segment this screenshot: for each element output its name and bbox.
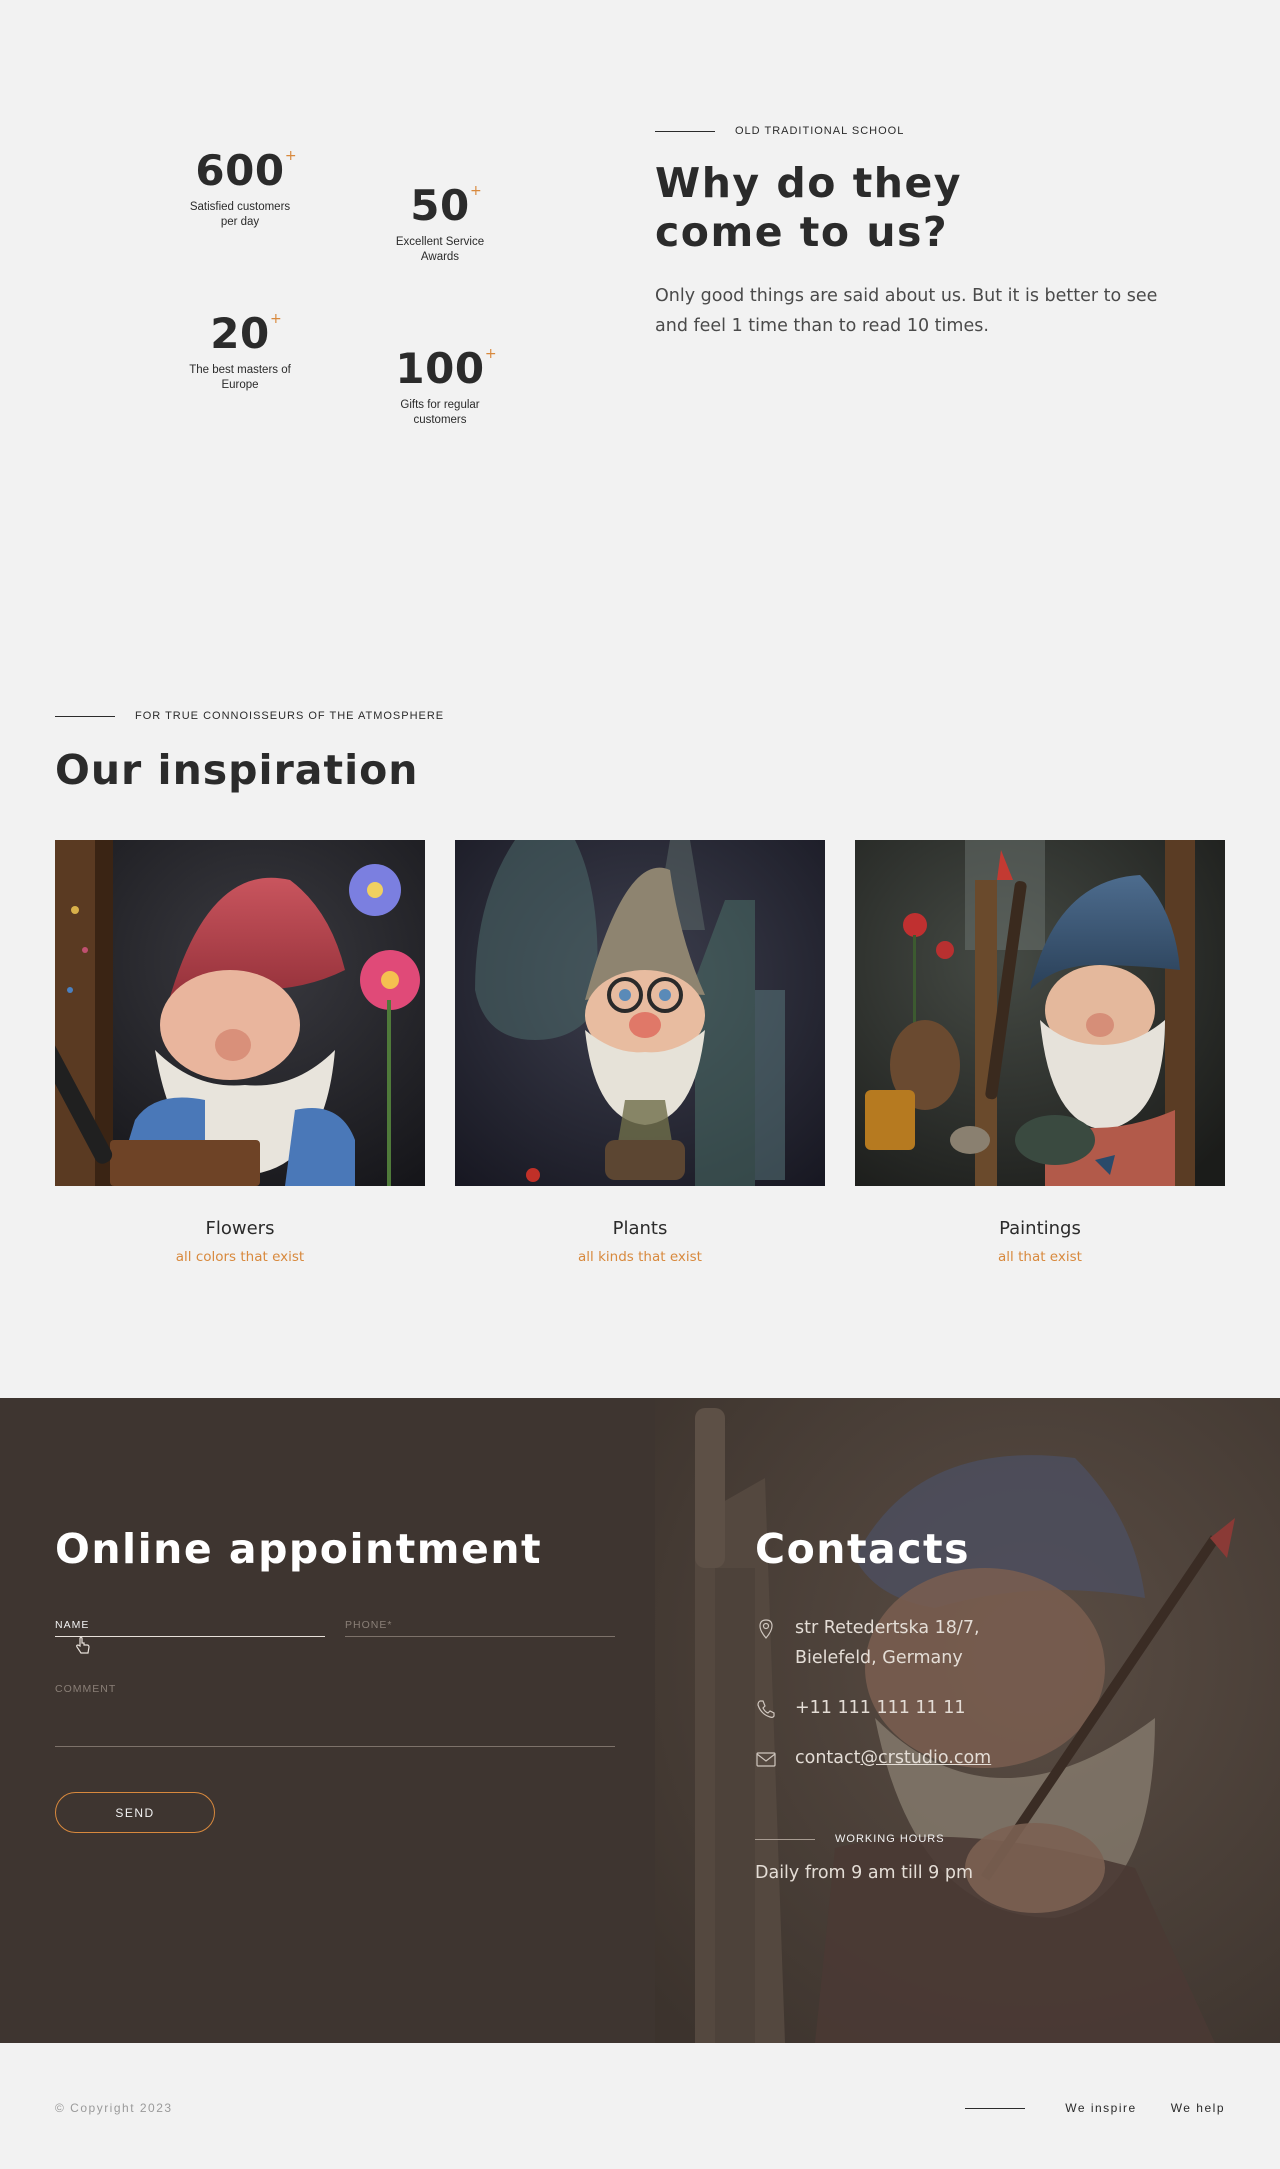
email-link[interactable]: @crstudio.com — [861, 1748, 992, 1768]
stat-plus: + — [284, 148, 297, 164]
why-title: Why do they come to us? — [655, 159, 963, 256]
card-title: Plants — [612, 1218, 668, 1239]
name-field[interactable]: NAME — [55, 1613, 325, 1654]
stat-customers: 600 + Satisfied customers per day — [170, 148, 310, 229]
phone-field[interactable]: PHONE* — [345, 1613, 615, 1637]
mail-icon — [755, 1748, 777, 1770]
stat-plus: + — [269, 311, 282, 327]
email-row: contact@crstudio.com — [755, 1743, 1225, 1773]
why-text: Only good things are said about us. But … — [655, 286, 1158, 336]
stat-caption: Gifts for regular customers — [400, 399, 480, 426]
card-paintings[interactable]: Paintings all that exist — [855, 840, 1225, 1265]
card-flowers[interactable]: Flowers all colors that exist — [55, 840, 425, 1265]
eyebrow-rule — [755, 1838, 815, 1840]
appointment-contacts-section: Online appointment NAME PHONE* COMMENT S… — [0, 1398, 1280, 2043]
comment-field[interactable]: COMMENT — [55, 1677, 615, 1747]
gnome-plants-image[interactable] — [455, 840, 825, 1186]
footer-nav: We inspire We help — [965, 2101, 1225, 2115]
card-subtitle: all kinds that exist — [578, 1249, 702, 1265]
stat-caption: The best masters of Europe — [189, 364, 291, 391]
inspiration-cards: Flowers all colors that exist Plants all… — [55, 840, 1225, 1265]
address-text: str Retedertska 18/7, Bielefeld, Germany — [795, 1618, 980, 1668]
stat-caption: Satisfied customers per day — [189, 201, 291, 228]
send-button[interactable]: SEND — [55, 1792, 215, 1833]
footer-rule — [965, 2107, 1026, 2109]
stats-section: 600 + Satisfied customers per day 50 + Exce… — [0, 0, 1280, 660]
hand-cursor-icon — [75, 1636, 91, 1659]
footer-link-we-inspire[interactable]: We inspire — [1065, 2101, 1136, 2115]
appointment-title: Online appointment — [55, 1525, 543, 1573]
card-subtitle: all that exist — [998, 1249, 1082, 1265]
inspiration-title: Our inspiration — [55, 746, 419, 794]
contacts-block: Contacts str Retedertska 18/7, Bielefeld,… — [755, 1525, 1225, 1883]
inspiration-section: FOR TRUE CONNOISSEURS OF THE ATMOSPHERE … — [55, 710, 1225, 1265]
stat-number: 50 — [410, 181, 470, 230]
comment-label: COMMENT — [55, 1683, 117, 1695]
phone-row[interactable]: +11 111 111 11 11 — [755, 1693, 1225, 1723]
address-row: str Retedertska 18/7, Bielefeld, Germany — [755, 1613, 1225, 1673]
stat-masters: 20 + The best masters of Europe — [170, 311, 310, 392]
stat-plus: + — [469, 183, 482, 199]
gnome-flowers-image[interactable] — [55, 840, 425, 1186]
eyebrow-rule — [55, 715, 115, 717]
phone-text[interactable]: +11 111 111 11 11 — [795, 1693, 966, 1723]
form-row: NAME PHONE* — [55, 1613, 615, 1654]
name-label: NAME — [55, 1619, 90, 1631]
working-hours-text: Daily from 9 am till 9 pm — [755, 1863, 974, 1883]
email-text: contact@crstudio.com — [795, 1748, 992, 1768]
card-title: Flowers — [205, 1218, 275, 1239]
why-eyebrow: OLD TRADITIONAL SCHOOL — [655, 125, 1175, 137]
stat-plus: + — [484, 346, 497, 362]
gnome-paintings-image[interactable] — [855, 840, 1225, 1186]
stat-awards: 50 + Excellent Service Awards — [370, 183, 510, 264]
card-title: Paintings — [999, 1218, 1081, 1239]
eyebrow-text: WORKING HOURS — [835, 1833, 945, 1845]
stat-number: 600 — [195, 146, 285, 195]
stat-caption: Excellent Service Awards — [395, 236, 485, 263]
copyright-text: © Copyright 2023 — [55, 2101, 173, 2115]
phone-label: PHONE* — [345, 1619, 393, 1631]
phone-icon — [755, 1698, 777, 1720]
stat-number: 20 — [210, 309, 270, 358]
why-block: OLD TRADITIONAL SCHOOL Why do they come … — [655, 125, 1175, 341]
hours-eyebrow: WORKING HOURS — [755, 1833, 1225, 1845]
stat-gifts: 100 + Gifts for regular customers — [370, 346, 510, 427]
location-pin-icon — [755, 1618, 777, 1640]
footer-link-we-help[interactable]: We help — [1171, 2101, 1225, 2115]
contacts-title: Contacts — [755, 1525, 971, 1573]
card-plants[interactable]: Plants all kinds that exist — [455, 840, 825, 1265]
appointment-form: Online appointment NAME PHONE* COMMENT S… — [55, 1525, 615, 1833]
card-subtitle: all colors that exist — [175, 1249, 305, 1265]
inspiration-eyebrow: FOR TRUE CONNOISSEURS OF THE ATMOSPHERE — [55, 710, 1225, 722]
footer: © Copyright 2023 We inspire We help — [0, 2043, 1280, 2169]
stat-number: 100 — [395, 344, 485, 393]
eyebrow-text: FOR TRUE CONNOISSEURS OF THE ATMOSPHERE — [135, 710, 445, 722]
eyebrow-rule — [655, 130, 715, 132]
eyebrow-text: OLD TRADITIONAL SCHOOL — [735, 125, 905, 137]
